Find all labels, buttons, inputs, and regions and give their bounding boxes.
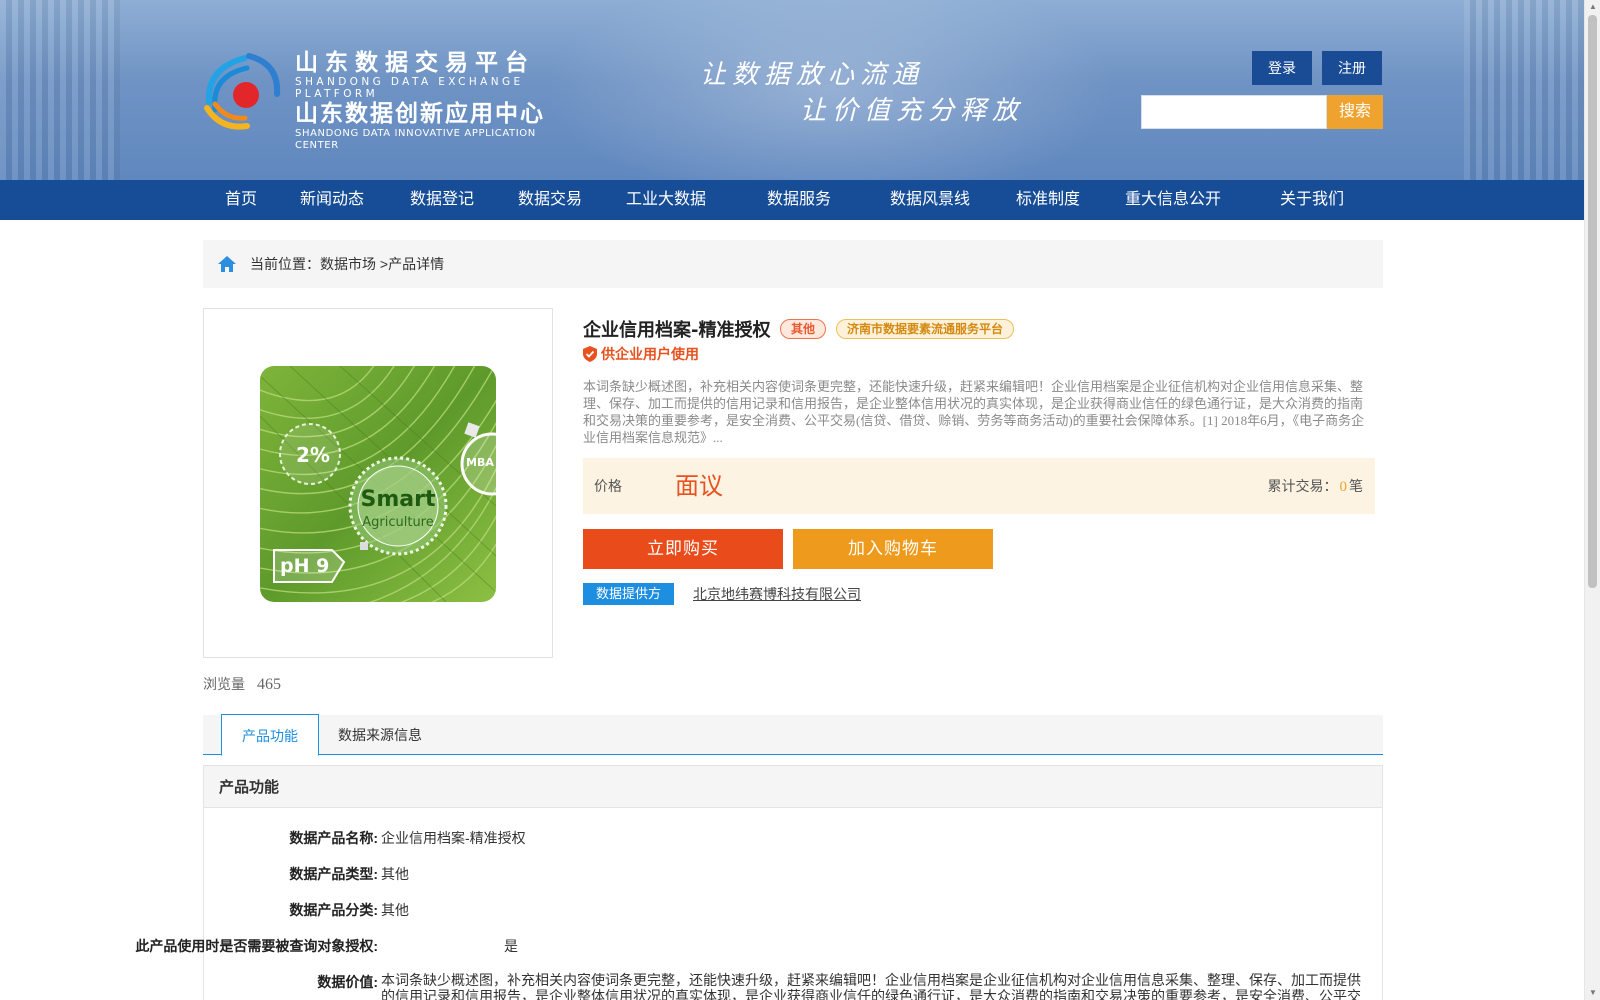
- logo-title-en: SHANDONG DATA EXCHANGE PLATFORM: [295, 76, 524, 100]
- feature-value: 企业信用档案-精准授权: [381, 830, 526, 846]
- feature-key: 数据产品名称:: [289, 830, 378, 846]
- product-image: 2% Smart Agriculture pH 9 MBA 1010: [260, 366, 496, 602]
- feature-value: 其他: [381, 902, 409, 918]
- main-nav: 首页 新闻动态 数据登记 数据交易 工业大数据 数据服务 数据风景线 标准制度 …: [0, 180, 1584, 220]
- breadcrumb-text: 当前位置：数据市场 >产品详情: [250, 240, 444, 288]
- trade-count: 累计交易： 0 笔: [1268, 458, 1364, 515]
- nav-item-industrial-big-data[interactable]: 工业大数据: [626, 180, 706, 220]
- buy-now-button[interactable]: 立即购买: [583, 529, 783, 569]
- trade-count-unit: 笔: [1349, 478, 1363, 494]
- platform-badge: 济南市数据要素流通服务平台: [836, 319, 1014, 339]
- price-panel: 价格 面议 累计交易： 0 笔: [583, 458, 1375, 514]
- site-logo[interactable]: 山东数据交易平台 SHANDONG DATA EXCHANGE PLATFORM…: [201, 48, 581, 151]
- image-side-text: MBA 1010: [466, 456, 496, 469]
- feature-key: 数据产品分类:: [289, 902, 378, 918]
- nav-item-about[interactable]: 关于我们: [1280, 180, 1344, 220]
- scroll-down-arrow-icon[interactable]: ▼: [1585, 986, 1600, 1000]
- features-heading: 产品功能: [204, 766, 1382, 808]
- nav-item-disclosure[interactable]: 重大信息公开: [1125, 180, 1221, 220]
- product-title: 企业信用档案-精准授权: [583, 320, 771, 341]
- detail-tabs: 产品功能 数据来源信息: [203, 714, 1383, 756]
- audience-note: 供企业用户使用: [583, 344, 699, 364]
- feature-key: 数据价值:: [317, 974, 378, 990]
- nav-item-news[interactable]: 新闻动态: [300, 180, 364, 220]
- price-value: 面议: [675, 472, 723, 500]
- logo-text: 山东数据交易平台 SHANDONG DATA EXCHANGE PLATFORM…: [295, 50, 581, 152]
- trade-count-label: 累计交易：: [1267, 478, 1338, 494]
- image-percent-text: 2%: [296, 443, 330, 467]
- logo-subtitle: 山东数据创新应用中心: [295, 101, 545, 127]
- scroll-up-arrow-icon[interactable]: ▲: [1585, 0, 1600, 14]
- logo-subtitle-en: SHANDONG DATA INNOVATIVE APPLICATION CEN…: [295, 128, 536, 151]
- site-header: 山东数据交易平台 SHANDONG DATA EXCHANGE PLATFORM…: [0, 0, 1584, 180]
- breadcrumb-prefix: 当前位置：: [250, 256, 320, 272]
- features-panel: 产品功能 数据产品名称: 企业信用档案-精准授权 数据产品类型: 其他 数据产品…: [135, 765, 1383, 1000]
- scrollbar-thumb[interactable]: [1588, 15, 1597, 588]
- price-label: 价格: [594, 478, 622, 494]
- header-decoration: [1464, 0, 1584, 180]
- nav-item-data-trading[interactable]: 数据交易: [518, 180, 582, 220]
- page-scrollbar[interactable]: ▲ ▼: [1584, 0, 1600, 1000]
- feature-value: 是: [504, 938, 518, 954]
- nav-item-standards[interactable]: 标准制度: [1016, 180, 1080, 220]
- view-count: 浏览量 465: [203, 674, 281, 694]
- search-button[interactable]: 搜索: [1327, 95, 1383, 129]
- nav-item-data-registration[interactable]: 数据登记: [410, 180, 474, 220]
- nav-item-data-scenery[interactable]: 数据风景线: [890, 180, 970, 220]
- add-to-cart-button[interactable]: 加入购物车: [793, 529, 993, 569]
- product-description: 本词条缺少概述图，补充相关内容使词条更完整，还能快速升级，赶紧来编辑吧！企业信用…: [583, 379, 1365, 445]
- breadcrumb-current: 产品详情: [388, 256, 445, 272]
- audience-text: 供企业用户使用: [601, 347, 699, 363]
- breadcrumb-link-market[interactable]: 数据市场: [320, 256, 376, 272]
- tab-product-features[interactable]: 产品功能: [221, 714, 319, 756]
- shield-check-icon: [583, 346, 597, 362]
- logo-mark-icon: [204, 53, 281, 130]
- view-count-value: 465: [257, 676, 281, 693]
- tab-data-source[interactable]: 数据来源信息: [338, 715, 422, 755]
- logo-title: 山东数据交易平台: [295, 50, 535, 76]
- product-image-box: 2% Smart Agriculture pH 9 MBA 1010: [203, 308, 553, 658]
- breadcrumb: 当前位置：数据市场 >产品详情: [203, 240, 1383, 288]
- image-badge-main: Smart: [361, 487, 436, 512]
- image-ph-text: pH 9: [280, 555, 329, 577]
- search-input[interactable]: [1141, 95, 1327, 129]
- image-badge-sub: Agriculture: [362, 515, 434, 530]
- provider-label: 数据提供方: [583, 583, 674, 605]
- slogan-line-1: 让数据放心流通: [700, 60, 925, 90]
- trade-count-value: 0: [1339, 479, 1348, 495]
- nav-item-data-services[interactable]: 数据服务: [767, 180, 831, 220]
- home-icon[interactable]: [217, 254, 237, 274]
- feature-key: 数据产品类型:: [289, 866, 378, 882]
- breadcrumb-separator: >: [379, 256, 389, 272]
- provider-link[interactable]: 北京地纬赛博科技有限公司: [693, 583, 861, 605]
- feature-value: 其他: [381, 866, 409, 882]
- login-button[interactable]: 登录: [1252, 51, 1312, 85]
- slogan-line-2: 让价值充分释放: [800, 96, 1025, 126]
- nav-item-home[interactable]: 首页: [225, 180, 257, 220]
- feature-value: 本词条缺少概述图，补充相关内容使词条更完整，还能快速升级，赶紧来编辑吧！企业信用…: [381, 972, 1361, 1000]
- view-count-label: 浏览量: [203, 676, 245, 692]
- product-type-badge: 其他: [780, 319, 826, 339]
- register-button[interactable]: 注册: [1322, 51, 1382, 85]
- header-decoration: [0, 0, 120, 180]
- feature-key: 此产品使用时是否需要被查询对象授权:: [135, 938, 378, 954]
